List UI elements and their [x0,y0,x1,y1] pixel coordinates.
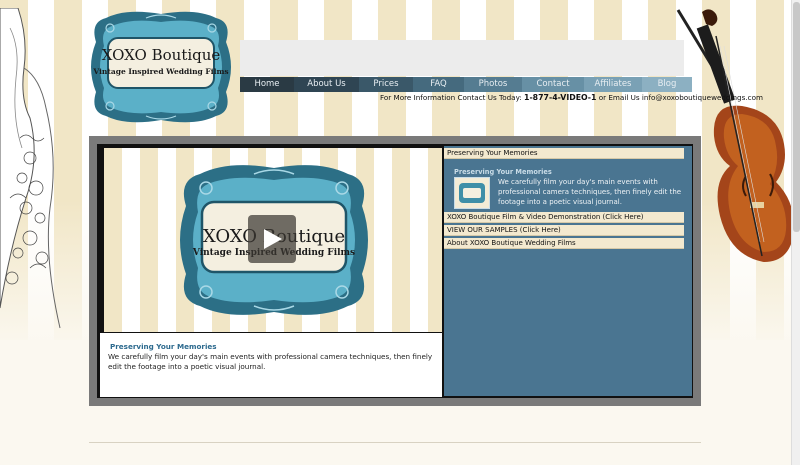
nav-about-us[interactable]: About Us [294,77,359,92]
contact-info: For More Information Contact Us Today: 1… [380,93,763,102]
playlist-item-samples[interactable]: VIEW OUR SAMPLES (Click Here) [444,225,684,236]
thumbnail-logo-icon [459,183,485,203]
playlist-feature[interactable]: Preserving Your Memories We carefully fi… [444,160,684,210]
nav-faq[interactable]: FAQ [413,77,464,92]
wedding-dress-illustration [0,8,61,329]
playlist-item-demo[interactable]: XOXO Boutique Film & Video Demonstration… [444,212,684,223]
play-button[interactable] [248,215,296,263]
nav-home[interactable]: Home [240,77,294,92]
caption-title: Preserving Your Memories [110,342,217,351]
logo-tagline: Vintage Inspired Wedding Films [93,67,229,76]
feature-text: We carefully film your day's main events… [498,178,682,206]
feature-title: Preserving Your Memories [454,168,552,176]
playlist-item-about[interactable]: About XOXO Boutique Wedding Films [444,238,684,249]
logo-title: XOXO Boutique [101,46,221,64]
contact-phone[interactable]: 1-877-4-VIDEO-1 [524,93,596,102]
header-banner [240,40,684,76]
page-scrollbar[interactable] [791,0,800,465]
caption-text: We carefully film your day's main events… [108,352,433,371]
feature-thumbnail [454,177,490,209]
main-nav: Home About Us Prices FAQ Photos Contact … [240,77,692,92]
scrollbar-thumb[interactable] [793,2,800,232]
section-divider [89,442,701,443]
contact-prefix: For More Information Contact Us Today: [380,93,525,102]
nav-blog[interactable]: Blog [642,77,692,92]
video-playlist: Preserving Your Memories Preserving Your… [444,146,692,396]
video-player[interactable]: XOXO Boutique Vintage Inspired Wedding F… [104,148,442,332]
nav-prices[interactable]: Prices [359,77,413,92]
play-icon [264,229,282,249]
nav-photos[interactable]: Photos [464,77,522,92]
nav-affiliates[interactable]: Affiliates [584,77,642,92]
nav-contact[interactable]: Contact [522,77,584,92]
playlist-item-preserving[interactable]: Preserving Your Memories [444,148,684,159]
contact-email[interactable]: or Email Us info@xoxoboutiqueweddings.co… [596,93,763,102]
video-caption: Preserving Your Memories We carefully fi… [100,333,442,397]
